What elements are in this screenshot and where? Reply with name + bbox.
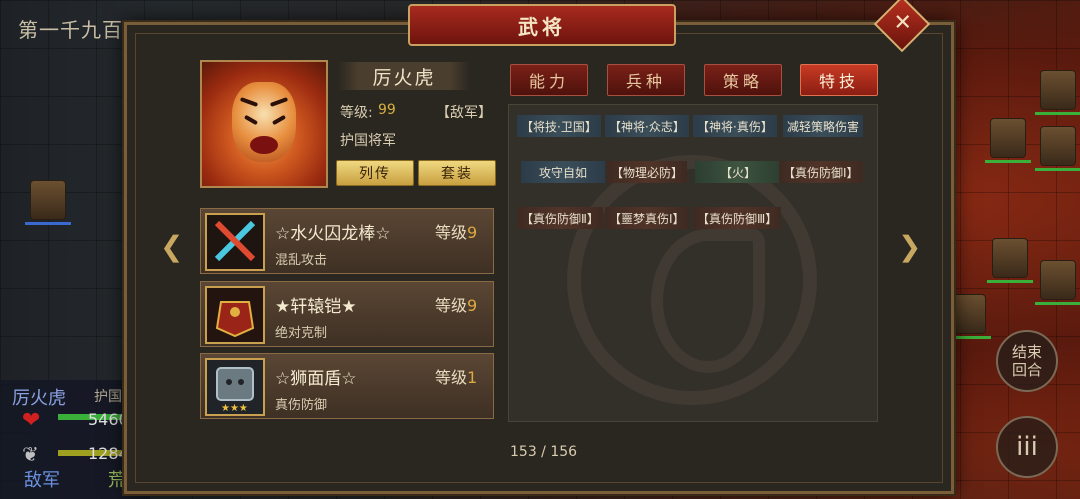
equipment-card-weapon[interactable]: ☆水火囚龙棒☆ 等级9 混乱攻击 (200, 208, 494, 274)
equipment-effect: 真伤防御 (275, 398, 328, 413)
faction-tag: 【敌军】 (436, 105, 492, 121)
end-turn-button[interactable]: 结束 回合 (996, 330, 1058, 392)
equipment-level: 等级9 (435, 223, 478, 242)
equipment-level: 等级1 (435, 368, 478, 387)
hp-value: 5460 (88, 410, 129, 429)
general-name: 厉火虎 (338, 62, 470, 90)
prev-general-arrow-icon[interactable]: ❮ (160, 230, 183, 263)
biography-button[interactable]: 列传 (336, 160, 414, 186)
equipment-effect: 绝对克制 (275, 326, 328, 341)
skill-badge[interactable]: 【真伤防御Ⅲ】 (693, 207, 782, 229)
tab-strategy[interactable]: 策略 (704, 64, 782, 96)
general-title: 护国将军 (340, 133, 396, 149)
skill-badge[interactable]: 【真伤防御Ⅰ】 (779, 161, 863, 183)
map-unit[interactable] (1035, 126, 1080, 171)
skill-badge[interactable]: 【噩梦真伤Ⅰ】 (605, 207, 689, 229)
heart-icon: ❤ (22, 408, 41, 433)
tab-special-skills[interactable]: 特技 (800, 64, 878, 96)
skill-badge[interactable]: 【火】 (695, 161, 781, 183)
shield-icon: ★★★ (205, 358, 265, 416)
mp-value: 1284 (88, 444, 129, 463)
skill-badge[interactable]: 【真伤防御Ⅱ】 (517, 207, 603, 229)
map-unit[interactable] (985, 118, 1031, 163)
map-unit[interactable] (945, 294, 991, 339)
skill-badge[interactable]: 【神将·真伤】 (693, 115, 777, 137)
equipment-name: ★轩辕铠★ (275, 297, 357, 317)
feather-icon: ❦ (22, 442, 39, 466)
dragon-emblem-watermark (567, 155, 817, 405)
map-unit[interactable] (25, 180, 71, 225)
equipment-level: 等级9 (435, 296, 478, 315)
dialog-title: 武将 (408, 4, 676, 46)
page-indicator: 153 / 156 (510, 444, 578, 460)
skill-badge[interactable]: 减轻策略伤害 (783, 115, 864, 137)
status-unit-name: 厉火虎 (12, 388, 66, 409)
equipment-set-button[interactable]: 套装 (418, 160, 496, 186)
skill-badge[interactable]: 攻守自如 (521, 161, 605, 183)
end-turn-label: 结束 回合 (1011, 343, 1042, 379)
skill-badge[interactable]: 【神将·众志】 (605, 115, 689, 137)
skill-badge[interactable]: 【物理必防】 (607, 161, 688, 183)
tab-ability[interactable]: 能力 (510, 64, 588, 96)
skills-panel: 【将技·卫国】 【神将·众志】 【神将·真伤】 减轻策略伤害 攻守自如 【物理必… (508, 104, 878, 422)
menu-button[interactable]: iii (996, 416, 1058, 478)
equipment-name: ☆水火囚龙棒☆ (275, 224, 391, 244)
svg-text:★★★: ★★★ (221, 403, 248, 414)
map-unit[interactable] (987, 238, 1033, 283)
level-value: 99 (378, 102, 396, 118)
tab-troop-type[interactable]: 兵种 (607, 64, 685, 96)
weapon-icon (205, 213, 265, 271)
next-general-arrow-icon[interactable]: ❯ (898, 230, 921, 263)
armor-icon (205, 286, 265, 344)
equipment-name: ☆狮面盾☆ (275, 369, 357, 389)
map-unit[interactable] (1035, 70, 1080, 115)
equipment-card-shield[interactable]: ★★★ ☆狮面盾☆ 等级1 真伤防御 (200, 353, 494, 419)
skill-badge[interactable]: 【将技·卫国】 (517, 115, 601, 137)
general-portrait (200, 60, 328, 188)
close-icon: ✕ (893, 10, 912, 36)
equipment-card-armor[interactable]: ★轩辕铠★ 等级9 绝对克制 (200, 281, 494, 347)
level-label: 等级: (340, 105, 373, 121)
map-unit[interactable] (1035, 260, 1080, 305)
portrait-mouth (250, 136, 278, 154)
equipment-effect: 混乱攻击 (275, 253, 328, 268)
status-side: 敌军 (24, 470, 60, 491)
menu-icon: iii (1016, 432, 1038, 462)
